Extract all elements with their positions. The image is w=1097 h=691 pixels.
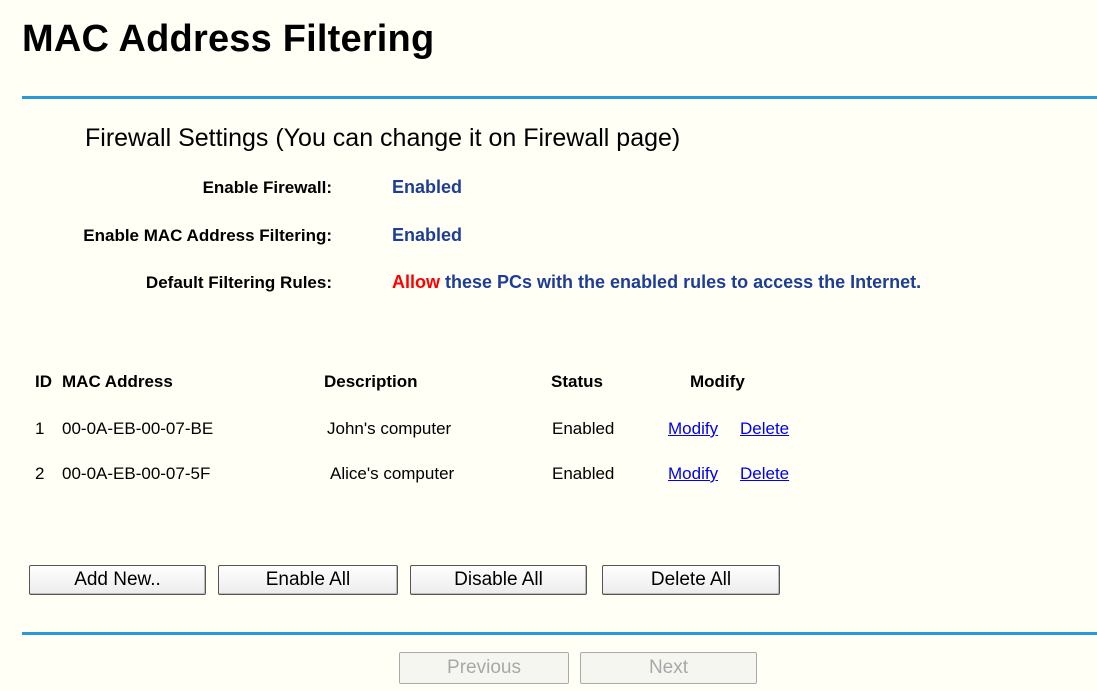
header-id: ID xyxy=(35,372,52,391)
rule-description: these PCs with the enabled rules to acce… xyxy=(445,272,922,292)
enable-mac-filtering-label: Enable MAC Address Filtering: xyxy=(83,226,332,245)
enable-mac-filtering-value: Enabled xyxy=(392,225,463,245)
default-filtering-rules-label: Default Filtering Rules: xyxy=(145,273,332,292)
row-description: John's computer xyxy=(327,419,452,438)
top-divider xyxy=(22,96,1097,99)
allow-keyword: Allow xyxy=(392,272,440,292)
bottom-divider xyxy=(22,632,1097,635)
header-description: Description xyxy=(324,372,418,391)
enable-firewall-label: Enable Firewall: xyxy=(202,178,332,197)
enable-all-button[interactable]: Enable All xyxy=(218,565,398,595)
header-status: Status xyxy=(551,372,603,391)
modify-link[interactable]: Modify xyxy=(668,464,718,484)
row-id: 1 xyxy=(35,419,45,438)
enable-firewall-value: Enabled xyxy=(392,177,463,197)
row-mac-address: 00-0A-EB-00-07-5F xyxy=(62,464,211,483)
add-new-button[interactable]: Add New.. xyxy=(29,565,206,595)
next-button[interactable]: Next xyxy=(580,652,757,684)
delete-link[interactable]: Delete xyxy=(740,419,789,439)
header-mac-address: MAC Address xyxy=(62,372,173,391)
row-description: Alice's computer xyxy=(330,464,455,483)
row-mac-address: 00-0A-EB-00-07-BE xyxy=(62,419,214,438)
section-title: Firewall Settings (You can change it on … xyxy=(85,124,681,152)
page-title: MAC Address Filtering xyxy=(22,18,435,60)
row-status: Enabled xyxy=(552,419,615,438)
modify-link[interactable]: Modify xyxy=(668,419,718,439)
delete-all-button[interactable]: Delete All xyxy=(602,565,780,595)
previous-button[interactable]: Previous xyxy=(399,652,569,684)
default-filtering-rules-value: Allow these PCs with the enabled rules t… xyxy=(392,272,921,293)
row-id: 2 xyxy=(35,464,45,483)
delete-link[interactable]: Delete xyxy=(740,464,789,484)
row-status: Enabled xyxy=(552,464,615,483)
header-modify: Modify xyxy=(690,372,745,391)
disable-all-button[interactable]: Disable All xyxy=(410,565,587,595)
